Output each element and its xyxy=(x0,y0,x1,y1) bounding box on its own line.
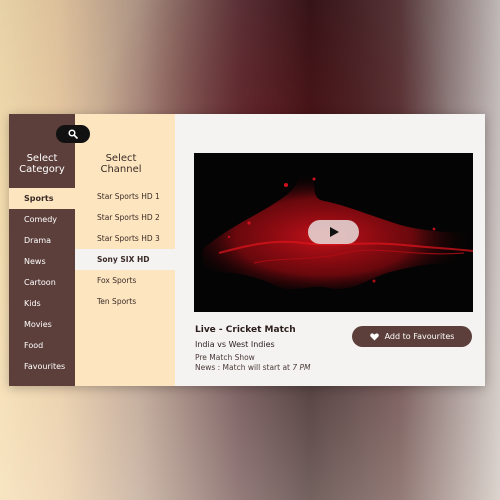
search-button[interactable] xyxy=(56,125,90,143)
channel-item-star-sports-hd-3[interactable]: Star Sports HD 3 xyxy=(75,228,175,249)
show-subtitle: India vs West Indies xyxy=(195,340,275,349)
category-list: Sports Comedy Drama News Cartoon Kids Mo… xyxy=(9,188,75,377)
category-title: Select Category xyxy=(9,153,75,175)
tv-guide-app: Select Category Sports Comedy Drama News… xyxy=(9,114,485,386)
channel-item-star-sports-hd-2[interactable]: Star Sports HD 2 xyxy=(75,207,175,228)
main-content: Live - Cricket Match India vs West Indie… xyxy=(194,114,485,386)
channel-list: Star Sports HD 1 Star Sports HD 2 Star S… xyxy=(75,186,177,312)
channel-item-star-sports-hd-1[interactable]: Star Sports HD 1 xyxy=(75,186,175,207)
category-item-cartoon[interactable]: Cartoon xyxy=(9,272,75,293)
play-icon xyxy=(329,227,339,237)
category-item-favourites[interactable]: Favourites xyxy=(9,356,75,377)
show-news: News : Match will start at 7 PM xyxy=(195,363,311,372)
category-item-food[interactable]: Food xyxy=(9,335,75,356)
category-title-line1: Select xyxy=(26,153,58,164)
channel-item-fox-sports[interactable]: Fox Sports xyxy=(75,270,175,291)
channel-item-sony-six-hd[interactable]: Sony SIX HD xyxy=(75,249,177,270)
add-to-favourites-label: Add to Favourites xyxy=(384,332,455,341)
category-item-comedy[interactable]: Comedy xyxy=(9,209,75,230)
heart-icon xyxy=(369,332,379,340)
category-item-drama[interactable]: Drama xyxy=(9,230,75,251)
show-pre-match: Pre Match Show xyxy=(195,353,255,362)
category-title-line2: Category xyxy=(19,164,65,175)
category-item-news[interactable]: News xyxy=(9,251,75,272)
search-icon xyxy=(68,129,78,139)
channel-title: Select Channel xyxy=(75,153,167,175)
category-item-kids[interactable]: Kids xyxy=(9,293,75,314)
channel-title-line1: Select xyxy=(105,153,137,164)
show-news-time: 7 PM xyxy=(292,363,311,372)
show-title: Live - Cricket Match xyxy=(195,325,296,335)
video-player[interactable] xyxy=(194,153,473,312)
channel-item-ten-sports[interactable]: Ten Sports xyxy=(75,291,175,312)
show-news-text: News : Match will start at xyxy=(195,363,293,372)
category-panel: Select Category Sports Comedy Drama News… xyxy=(9,114,75,386)
add-to-favourites-button[interactable]: Add to Favourites xyxy=(352,326,472,347)
channel-panel: Select Channel Star Sports HD 1 Star Spo… xyxy=(75,114,177,386)
category-item-sports[interactable]: Sports xyxy=(9,188,75,209)
play-button[interactable] xyxy=(308,220,359,244)
category-item-movies[interactable]: Movies xyxy=(9,314,75,335)
channel-title-line2: Channel xyxy=(100,164,142,175)
